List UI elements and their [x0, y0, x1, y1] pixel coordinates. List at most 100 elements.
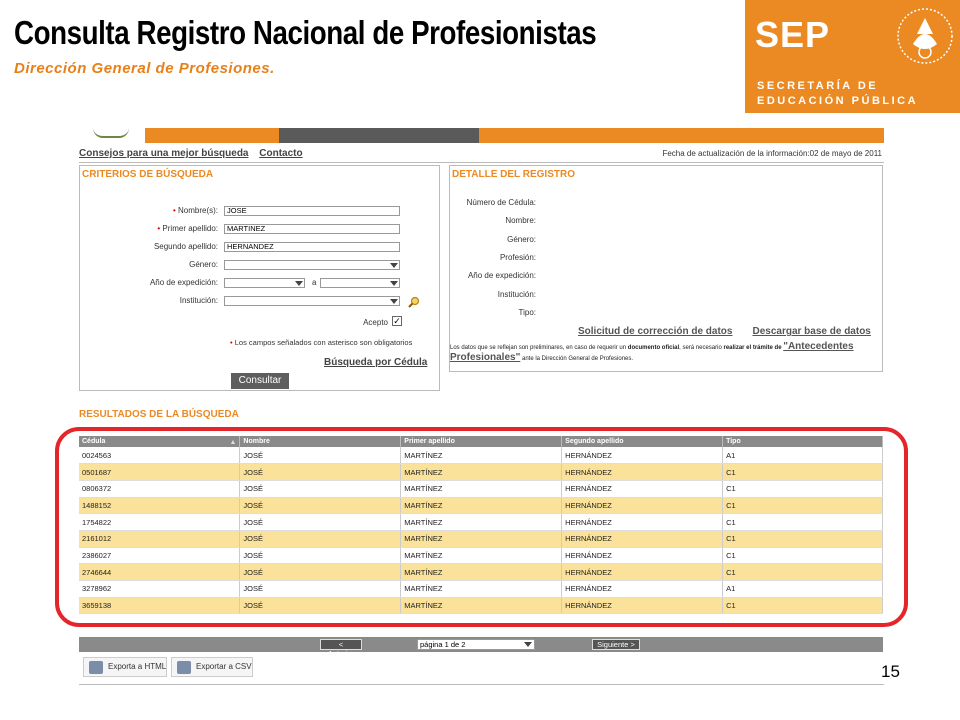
results-title: RESULTADOS DE LA BÚSQUEDA [79, 409, 239, 420]
detail-numero-cedula-label: Número de Cédula: [466, 198, 536, 207]
table-row[interactable]: 2161012 JOSÉ MARTÍNEZ HERNÁNDEZ C1 [79, 530, 883, 548]
segundo-apellido-input[interactable]: HERNANDEZ [224, 242, 400, 252]
table-row[interactable]: 3659138 JOSÉ MARTÍNEZ HERNÁNDEZ C1 [79, 597, 883, 615]
required-note: • Los campos señalados con asterisco son… [230, 338, 412, 347]
table-cell: 2386027 [79, 547, 241, 565]
slide-title: Consulta Registro Nacional de Profesioni… [14, 14, 597, 51]
export-html-button[interactable]: Exporta a HTML [83, 657, 167, 677]
anio-row: Año de expedición: a [80, 278, 441, 290]
genero-label: Género: [189, 260, 218, 269]
table-cell: JOSÉ [239, 530, 402, 548]
criteria-title: CRITERIOS DE BÚSQUEDA [82, 169, 214, 180]
segundo-apellido-row: Segundo apellido: HERNANDEZ [80, 242, 441, 254]
col-primer-apellido[interactable]: Primer apellido [400, 436, 563, 447]
detail-institucion-label: Institución: [497, 290, 536, 299]
table-row[interactable]: 1488152 JOSÉ MARTÍNEZ HERNÁNDEZ C1 [79, 497, 883, 515]
table-row[interactable]: 1754822 JOSÉ MARTÍNEZ HERNÁNDEZ C1 [79, 513, 883, 531]
acepto-checkbox[interactable]: ✓ [392, 316, 402, 326]
col-cedula[interactable]: Cédula ▲ [79, 436, 241, 447]
table-cell: A1 [722, 447, 883, 465]
primer-apellido-input[interactable]: MARTINEZ [224, 224, 400, 234]
export-csv-button[interactable]: Exportar a CSV [171, 657, 253, 677]
nombre-label: Nombre(s): [177, 206, 218, 215]
table-row[interactable]: 0806372 JOSÉ MARTÍNEZ HERNÁNDEZ C1 [79, 480, 883, 498]
chevron-down-icon [390, 281, 398, 286]
table-cell: JOSÉ [239, 497, 402, 515]
sep-logo-text: SEP [755, 14, 831, 55]
table-cell: JOSÉ [239, 447, 402, 465]
required-marker: • [172, 206, 176, 215]
anio-desde-select[interactable] [224, 278, 305, 288]
col-segundo-apellido[interactable]: Segundo apellido [561, 436, 724, 447]
anio-hasta-select[interactable] [320, 278, 400, 288]
table-cell: C1 [722, 480, 883, 498]
col-nombre[interactable]: Nombre [239, 436, 402, 447]
table-cell: HERNÁNDEZ [561, 480, 724, 498]
page-select[interactable]: página 1 de 2 [417, 639, 535, 650]
detail-note: Los datos que se reflejan son preliminar… [450, 341, 854, 363]
table-row[interactable]: 0024563 JOSÉ MARTÍNEZ HERNÁNDEZ A1 [79, 447, 883, 465]
table-row[interactable]: 2386027 JOSÉ MARTÍNEZ HERNÁNDEZ C1 [79, 547, 883, 565]
table-cell: JOSÉ [239, 563, 402, 581]
chevron-down-icon [524, 642, 532, 647]
table-cell: C1 [722, 513, 883, 531]
sep-logo: SEP SECRETARÍA DE EDUCACIÓN PÚBLICA [745, 0, 960, 113]
nombre-row: • Nombre(s): JOSE [80, 206, 441, 218]
table-cell: MARTÍNEZ [400, 447, 563, 465]
chevron-down-icon [390, 263, 398, 268]
slide-number: 15 [881, 662, 900, 681]
table-cell: HERNÁNDEZ [561, 530, 724, 548]
csv-file-icon [177, 661, 191, 674]
search-icon[interactable] [408, 296, 420, 308]
site-screenshot: Consejos para una mejor búsqueda Contact… [79, 128, 884, 685]
table-cell: MARTÍNEZ [400, 480, 563, 498]
contact-link[interactable]: Contacto [259, 148, 302, 159]
table-cell: C1 [722, 530, 883, 548]
update-date: Fecha de actualización de la información… [662, 149, 882, 158]
nombre-input[interactable]: JOSE [224, 206, 400, 216]
table-cell: JOSÉ [239, 580, 402, 598]
html-file-icon [89, 661, 103, 674]
consultar-button[interactable]: Consultar [231, 373, 289, 389]
detail-nombre-label: Nombre: [505, 216, 536, 225]
table-cell: HERNÁNDEZ [561, 447, 724, 465]
table-row[interactable]: 0501687 JOSÉ MARTÍNEZ HERNÁNDEZ C1 [79, 463, 883, 481]
institucion-label: Institución: [179, 296, 218, 305]
table-row[interactable]: 2746644 JOSÉ MARTÍNEZ HERNÁNDEZ C1 [79, 563, 883, 581]
institucion-select[interactable] [224, 296, 400, 306]
table-row[interactable]: 3278962 JOSÉ MARTÍNEZ HERNÁNDEZ A1 [79, 580, 883, 598]
descargar-base-link[interactable]: Descargar base de datos [752, 326, 870, 337]
table-cell: 3659138 [79, 597, 241, 615]
table-cell: HERNÁNDEZ [561, 463, 724, 481]
pager-bar: < Anterior página 1 de 2 Siguiente > [79, 637, 883, 658]
table-cell: MARTÍNEZ [400, 530, 563, 548]
solicitud-correccion-link[interactable]: Solicitud de corrección de datos [578, 326, 732, 337]
national-seal-icon [897, 8, 953, 64]
criteria-panel: CRITERIOS DE BÚSQUEDA • Nombre(s): JOSE … [79, 165, 440, 391]
tips-link[interactable]: Consejos para una mejor búsqueda [79, 148, 248, 159]
genero-select[interactable] [224, 260, 400, 270]
sep-line1: SECRETARÍA DE [757, 80, 879, 92]
table-cell: HERNÁNDEZ [561, 580, 724, 598]
table-cell: MARTÍNEZ [400, 580, 563, 598]
prev-button[interactable]: < Anterior [320, 639, 362, 658]
table-cell: C1 [722, 547, 883, 565]
table-cell: 0024563 [79, 447, 241, 465]
busqueda-cedula-link[interactable]: Búsqueda por Cédula [324, 357, 427, 368]
table-cell: 3278962 [79, 580, 241, 598]
next-button[interactable]: Siguiente > [592, 639, 640, 650]
segundo-apellido-label: Segundo apellido: [153, 242, 218, 251]
table-cell: JOSÉ [239, 513, 402, 531]
table-cell: MARTÍNEZ [400, 513, 563, 531]
table-cell: MARTÍNEZ [400, 547, 563, 565]
table-cell: JOSÉ [239, 597, 402, 615]
institucion-row: Institución: [80, 296, 441, 308]
anio-separator: a [312, 278, 317, 287]
table-cell: 2161012 [79, 530, 241, 548]
detail-tipo-label: Tipo: [518, 308, 537, 317]
table-cell: 0806372 [79, 480, 241, 498]
genero-row: Género: [80, 260, 441, 272]
table-cell: C1 [722, 463, 883, 481]
required-note-text: Los campos señalados con asterisco son o… [234, 338, 413, 347]
col-tipo[interactable]: Tipo [722, 436, 883, 447]
